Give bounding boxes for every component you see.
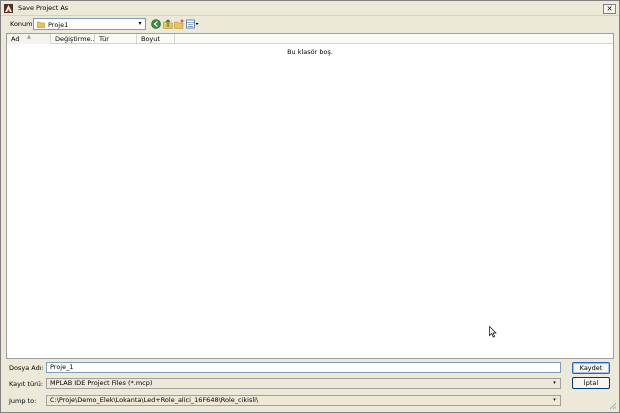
filename-label: Dosya Adı:: [9, 364, 44, 372]
close-button[interactable]: ✕: [603, 4, 616, 14]
up-folder-icon[interactable]: [163, 19, 173, 29]
column-header-size[interactable]: Boyut: [137, 34, 175, 44]
location-value: Proje1: [48, 21, 69, 29]
filetype-dropdown[interactable]: MPLAB IDE Project Files (*.mcp) ▾: [46, 378, 561, 389]
chevron-down-icon[interactable]: ▾: [135, 19, 145, 29]
folder-icon: [37, 21, 45, 28]
chevron-down-icon[interactable]: ▾: [550, 379, 559, 388]
resize-grip-icon[interactable]: [609, 402, 617, 410]
column-header-type[interactable]: Tür: [95, 34, 137, 44]
column-header-name[interactable]: Ad ▲: [7, 34, 51, 44]
toolbar: Konum: Proje1 ▾: [1, 16, 619, 32]
file-list[interactable]: Ad ▲ Değiştirme... Tür Boyut Bu klasör b…: [6, 33, 614, 359]
sort-ascending-icon: ▲: [27, 34, 31, 40]
location-label: Konum:: [10, 20, 35, 28]
chevron-down-icon[interactable]: ▾: [550, 396, 559, 405]
list-header: Ad ▲ Değiştirme... Tür Boyut: [7, 34, 613, 44]
jumpto-value: C:\Proje\Demo_Elek\Lokanta\Led+Role_alic…: [50, 396, 259, 404]
jumpto-dropdown[interactable]: C:\Proje\Demo_Elek\Lokanta\Led+Role_alic…: [46, 395, 561, 406]
app-icon: [4, 4, 13, 13]
mouse-pointer-icon: [489, 326, 497, 338]
column-header-modified[interactable]: Değiştirme...: [51, 34, 95, 44]
back-icon[interactable]: [151, 19, 161, 29]
location-dropdown[interactable]: Proje1 ▾: [33, 18, 146, 30]
save-button[interactable]: Kaydet: [572, 362, 610, 374]
filename-input[interactable]: Proje_1: [46, 362, 561, 373]
empty-folder-message: Bu klasör boş.: [287, 48, 333, 56]
view-menu-icon[interactable]: [186, 19, 199, 29]
new-folder-icon[interactable]: [174, 19, 184, 29]
window-title: Save Project As: [18, 4, 69, 12]
filetype-label: Kayıt türü:: [9, 380, 44, 388]
cancel-button[interactable]: İptal: [572, 377, 610, 389]
jumpto-label: Jump to:: [9, 397, 37, 405]
filetype-value: MPLAB IDE Project Files (*.mcp): [50, 379, 153, 387]
save-dialog: Save Project As ✕ Konum: Proje1 ▾ Ad ▲ D…: [0, 0, 620, 413]
title-bar[interactable]: Save Project As ✕: [1, 1, 619, 16]
close-icon: ✕: [606, 5, 613, 13]
